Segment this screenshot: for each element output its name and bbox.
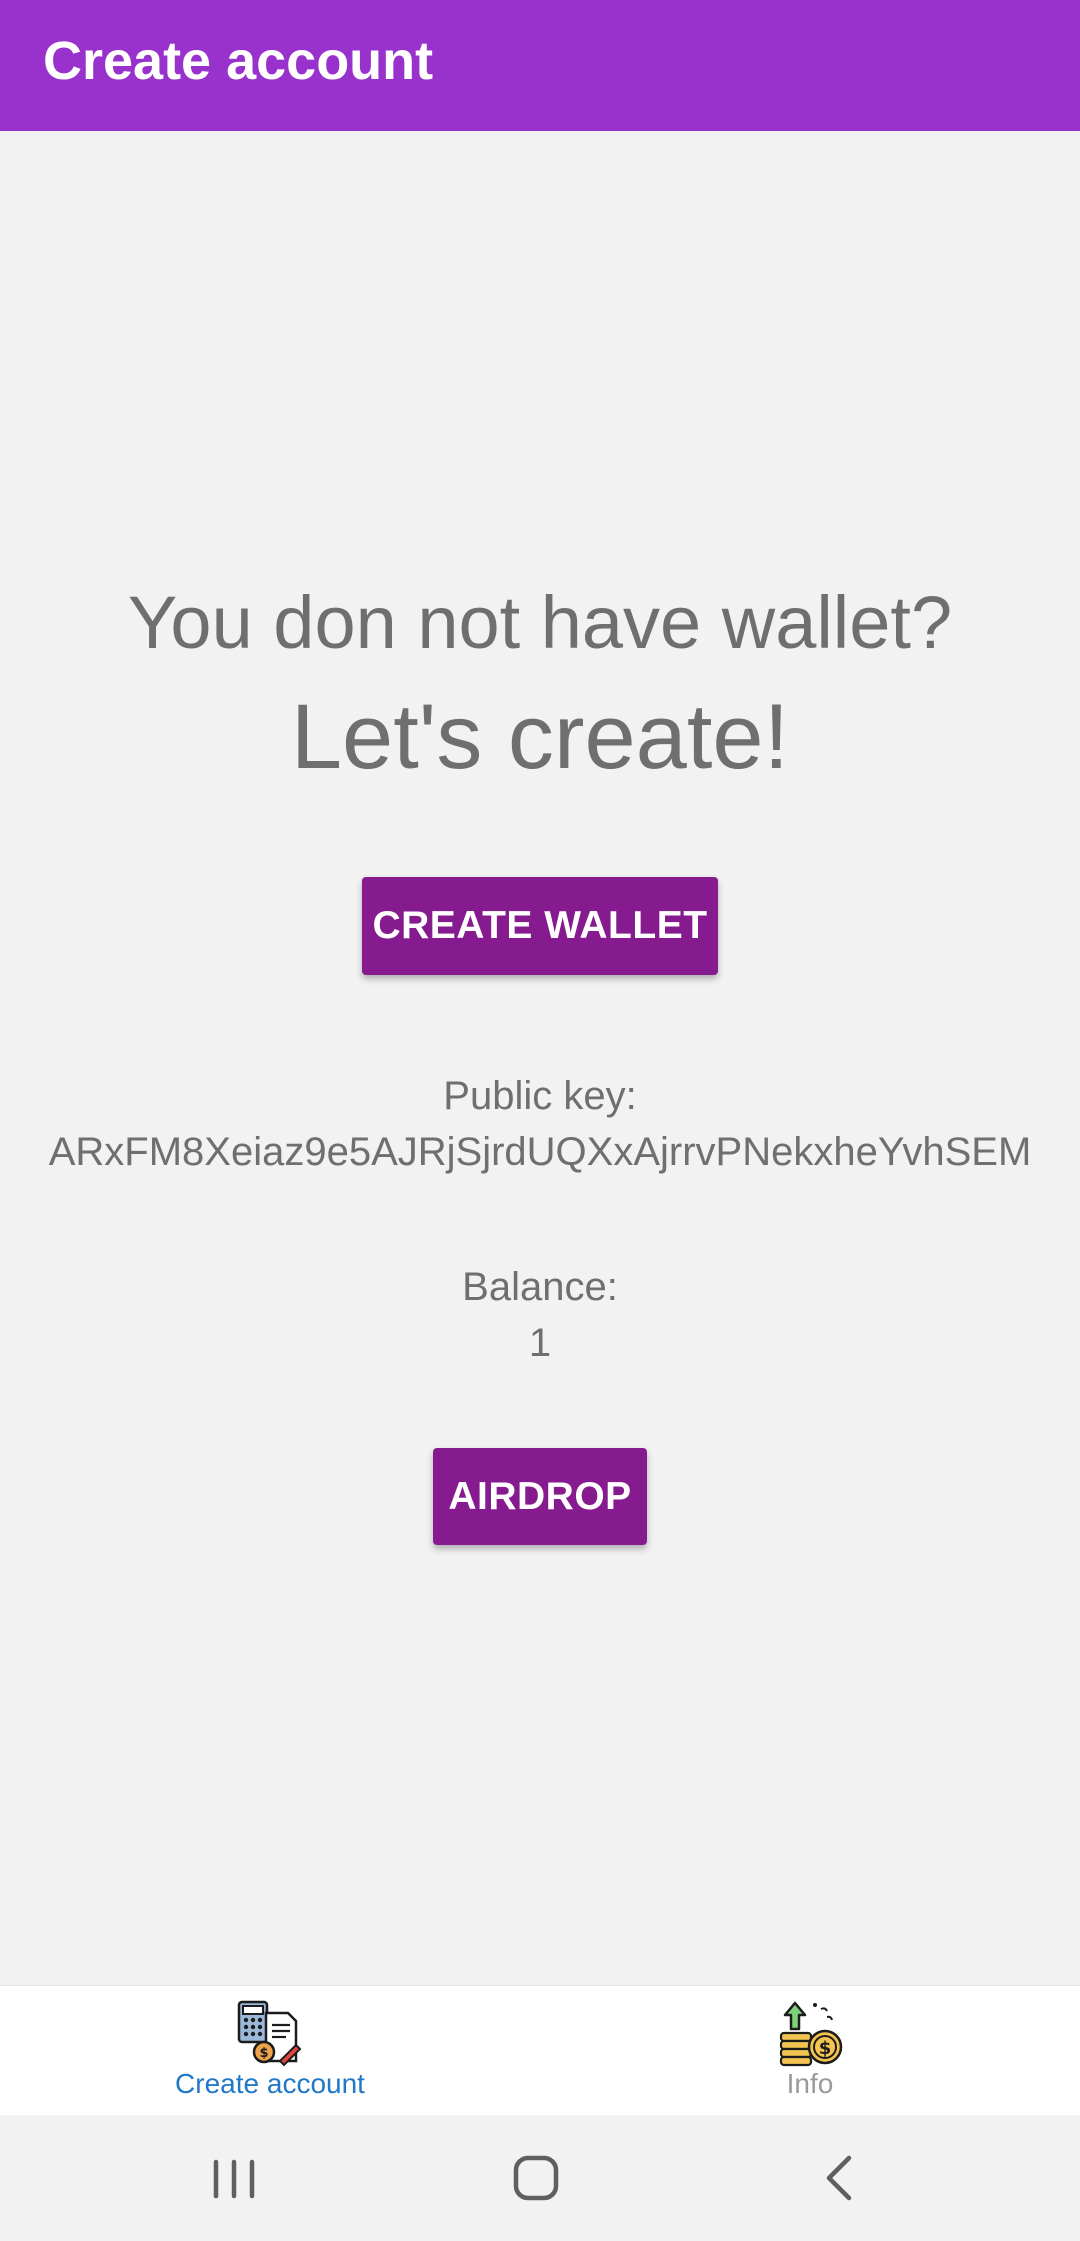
- svg-text:$: $: [819, 2038, 832, 2059]
- nav-label-create-account: Create account: [175, 2068, 365, 2099]
- home-icon[interactable]: [496, 2143, 576, 2213]
- airdrop-button[interactable]: AIRDROP: [433, 1448, 647, 1545]
- nav-label-info: Info: [786, 2068, 834, 2099]
- recent-apps-icon[interactable]: [194, 2143, 274, 2213]
- public-key-value: ARxFM8Xeiaz9e5AJRjSjrdUQXxAjrrvPNekxheYv…: [48, 1130, 1032, 1174]
- create-wallet-button[interactable]: CREATE WALLET: [362, 877, 718, 975]
- bottom-navigation: $ Create account $ Info: [0, 1985, 1080, 2116]
- nav-tab-create-account[interactable]: $ Create account: [0, 1986, 540, 2116]
- screen: Create account You don not have wallet? …: [0, 0, 1080, 2241]
- back-icon[interactable]: [799, 2143, 879, 2213]
- app-bar-title: Create account: [43, 31, 434, 91]
- no-wallet-prompt: You don not have wallet?: [127, 581, 953, 664]
- app-bar: Create account: [0, 0, 1080, 131]
- create-call-to-action: Let's create!: [290, 686, 790, 788]
- info-coins-icon: $: [779, 2001, 843, 2067]
- balance-value: 1: [528, 1321, 552, 1365]
- balance-label: Balance:: [462, 1265, 618, 1309]
- public-key-label: Public key:: [443, 1074, 637, 1118]
- create-account-icon: $: [237, 2000, 302, 2067]
- nav-tab-info[interactable]: $ Info: [540, 1986, 1080, 2116]
- system-navigation-bar: [0, 2115, 1080, 2241]
- svg-text:$: $: [259, 2046, 268, 2061]
